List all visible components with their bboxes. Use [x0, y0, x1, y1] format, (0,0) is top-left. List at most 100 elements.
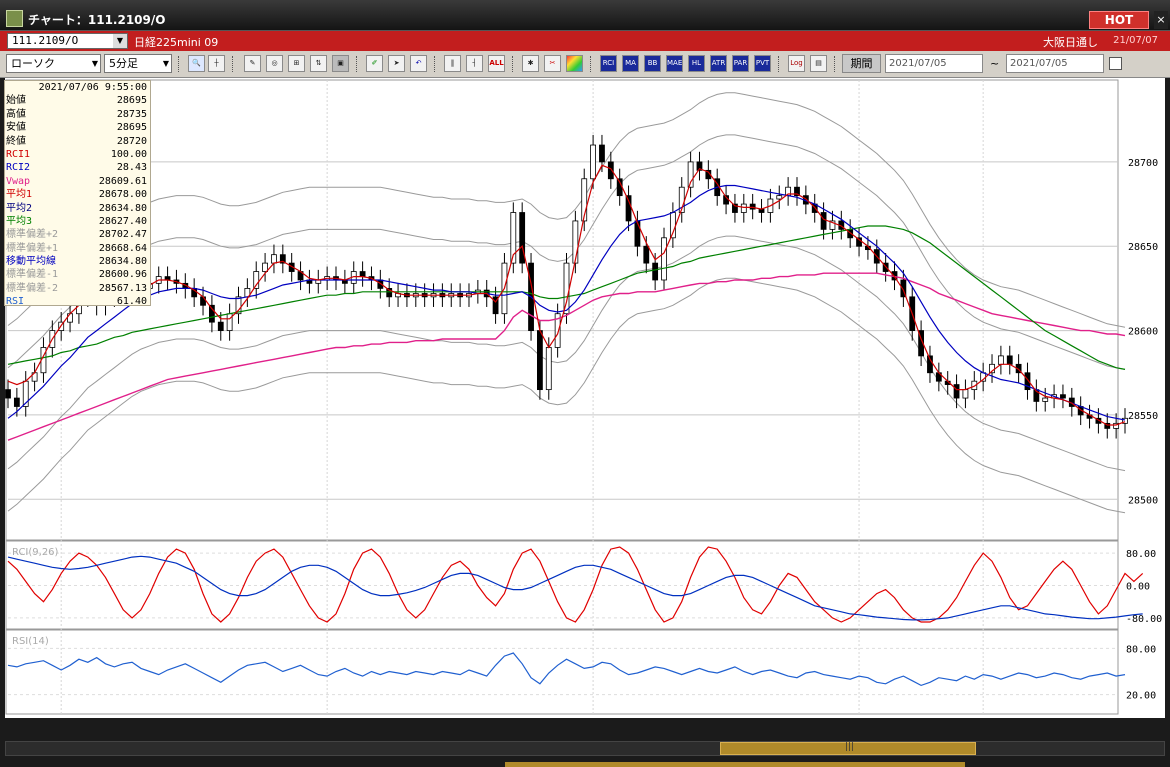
candle-body — [634, 220, 641, 247]
candle-body — [67, 313, 73, 323]
data-row: 標準偏差+1 28668.64 — [5, 242, 150, 255]
data-row-value: 28735 — [116, 108, 147, 120]
code-input[interactable]: 111.2109/O — [7, 33, 128, 49]
compare-icon[interactable]: ⇅ — [310, 55, 327, 72]
date-to-value: 2021/07/05 — [1010, 58, 1068, 69]
candle-icon[interactable]: ‖ — [444, 55, 461, 72]
candle-body — [962, 389, 969, 399]
data-row-value: 28634.80 — [98, 202, 147, 214]
data-row-label: 始値 — [6, 95, 26, 107]
pvt-button[interactable]: PVT — [754, 55, 771, 72]
undo-icon[interactable]: ↶ — [410, 55, 427, 72]
lock-icon[interactable]: ▣ — [332, 55, 349, 72]
data-rows: 始値 28695 高値 28735 安値 28695 終値 28720 RCI1 100.00 RC… — [5, 94, 150, 308]
rci-tick-label: 80.00 — [1126, 549, 1156, 560]
candle-body — [572, 220, 579, 264]
chart-type-select[interactable]: ローソク ▼ — [6, 54, 101, 73]
data-row-value: 61.40 — [116, 296, 147, 308]
data-row-value: 28695 — [116, 95, 147, 107]
price-icon[interactable]: ⊞ — [288, 55, 305, 72]
period-button[interactable]: 期間 — [842, 54, 881, 73]
price-chart[interactable]: 28700286502860028550285001922146/8:45111… — [0, 78, 1170, 718]
rsi-tick-label: 80.00 — [1126, 644, 1156, 655]
toolbar-divider — [178, 56, 181, 72]
candle-body — [599, 144, 605, 163]
log-button[interactable]: Log — [788, 55, 805, 72]
hot-button[interactable]: HOT — [1089, 11, 1149, 29]
chevron-down-icon[interactable]: ▼ — [113, 34, 127, 48]
tool-icon[interactable]: ✂ — [544, 55, 561, 72]
instrument-name: 日経225mini 09 — [134, 36, 219, 49]
toolbar-divider — [434, 56, 437, 72]
bb-button[interactable]: BB — [644, 55, 661, 72]
candle-body — [776, 195, 783, 200]
draw-icon[interactable]: ✎ — [244, 55, 261, 72]
data-row-value: 28600.96 — [98, 269, 147, 281]
chart-type-value: ローソク — [11, 57, 55, 70]
time-scrollbar[interactable] — [5, 741, 1165, 756]
settings-icon[interactable]: ✱ — [522, 55, 539, 72]
app-icon — [6, 10, 23, 27]
rsi-panel-title: RSI(14) — [12, 636, 49, 647]
price-tick-label: 28700 — [1128, 158, 1158, 169]
cursor-icon[interactable]: ➤ — [388, 55, 405, 72]
bar-icon[interactable]: ┤ — [466, 55, 483, 72]
date-from-value: 2021/07/05 — [889, 58, 947, 69]
ma-button[interactable]: MA — [622, 55, 639, 72]
date-from-input[interactable]: 2021/07/05 — [885, 54, 983, 73]
data-row: 安値 28695 — [5, 121, 150, 134]
rci-button[interactable]: RCI — [600, 55, 617, 72]
rsi-panel-frame — [5, 629, 1119, 715]
data-row: 平均2 28634.80 — [5, 202, 150, 215]
data-row-label: Vwap — [6, 175, 31, 187]
date-range-separator: ~ — [990, 57, 1000, 70]
date-label: 21/07/07 — [1113, 35, 1158, 46]
window-title: チャート：111.2109/O — [28, 13, 166, 27]
color-icon[interactable] — [566, 55, 583, 72]
hl-button[interactable]: HL — [688, 55, 705, 72]
data-row-value: 28627.40 — [98, 215, 147, 227]
horizontal-scrollbar[interactable] — [505, 762, 965, 767]
candle-body — [262, 262, 268, 272]
toolbar-divider — [590, 56, 593, 72]
close-icon[interactable]: × — [1154, 11, 1168, 29]
chevron-down-icon: ▼ — [91, 59, 98, 68]
candle-body — [590, 144, 596, 180]
candle-body — [13, 397, 20, 407]
export-icon[interactable]: ▤ — [810, 55, 827, 72]
rsi-line — [7, 652, 1126, 687]
data-row-label: 高値 — [6, 108, 26, 120]
pen-icon[interactable]: ✐ — [366, 55, 383, 72]
data-row-label: 平均3 — [6, 215, 33, 227]
data-row-label: 標準偏差-1 — [6, 269, 59, 281]
date-to-input[interactable]: 2021/07/05 — [1006, 54, 1104, 73]
data-row-label: 標準偏差-2 — [6, 282, 59, 294]
candle-body — [226, 313, 233, 331]
interval-value: 5分足 — [109, 57, 138, 70]
checkbox[interactable] — [1109, 57, 1122, 70]
data-row-label: 移動平均線 — [6, 256, 56, 268]
data-row-value: 28678.00 — [98, 189, 147, 201]
data-row-value: 28668.64 — [98, 242, 147, 254]
toolbar-divider — [356, 56, 359, 72]
price-tick-label: 28650 — [1128, 242, 1158, 253]
data-datetime-row: 2021/07/06 9:55:00 — [5, 81, 150, 94]
par-button[interactable]: PAR — [732, 55, 749, 72]
data-row: 標準偏差-2 28567.13 — [5, 282, 150, 295]
data-row: RSI 61.40 — [5, 295, 150, 308]
all-button[interactable]: ALL — [488, 55, 505, 72]
candle-body — [1042, 397, 1049, 402]
data-row: RCI2 28.43 — [5, 161, 150, 174]
data-row-value: 28567.13 — [98, 282, 147, 294]
data-row: Vwap 28609.61 — [5, 175, 150, 188]
atr-button[interactable]: ATR — [710, 55, 727, 72]
zoom-icon[interactable]: 🔍 — [188, 55, 205, 72]
crosshair-icon[interactable]: ┼ — [208, 55, 225, 72]
candle-body — [537, 330, 543, 391]
search-icon[interactable]: ◎ — [266, 55, 283, 72]
interval-select[interactable]: 5分足 ▼ — [104, 54, 172, 73]
candle-body — [749, 203, 756, 210]
candle-body — [652, 262, 659, 281]
mae-button[interactable]: MAE — [666, 55, 683, 72]
data-row: 平均1 28678.00 — [5, 188, 150, 201]
